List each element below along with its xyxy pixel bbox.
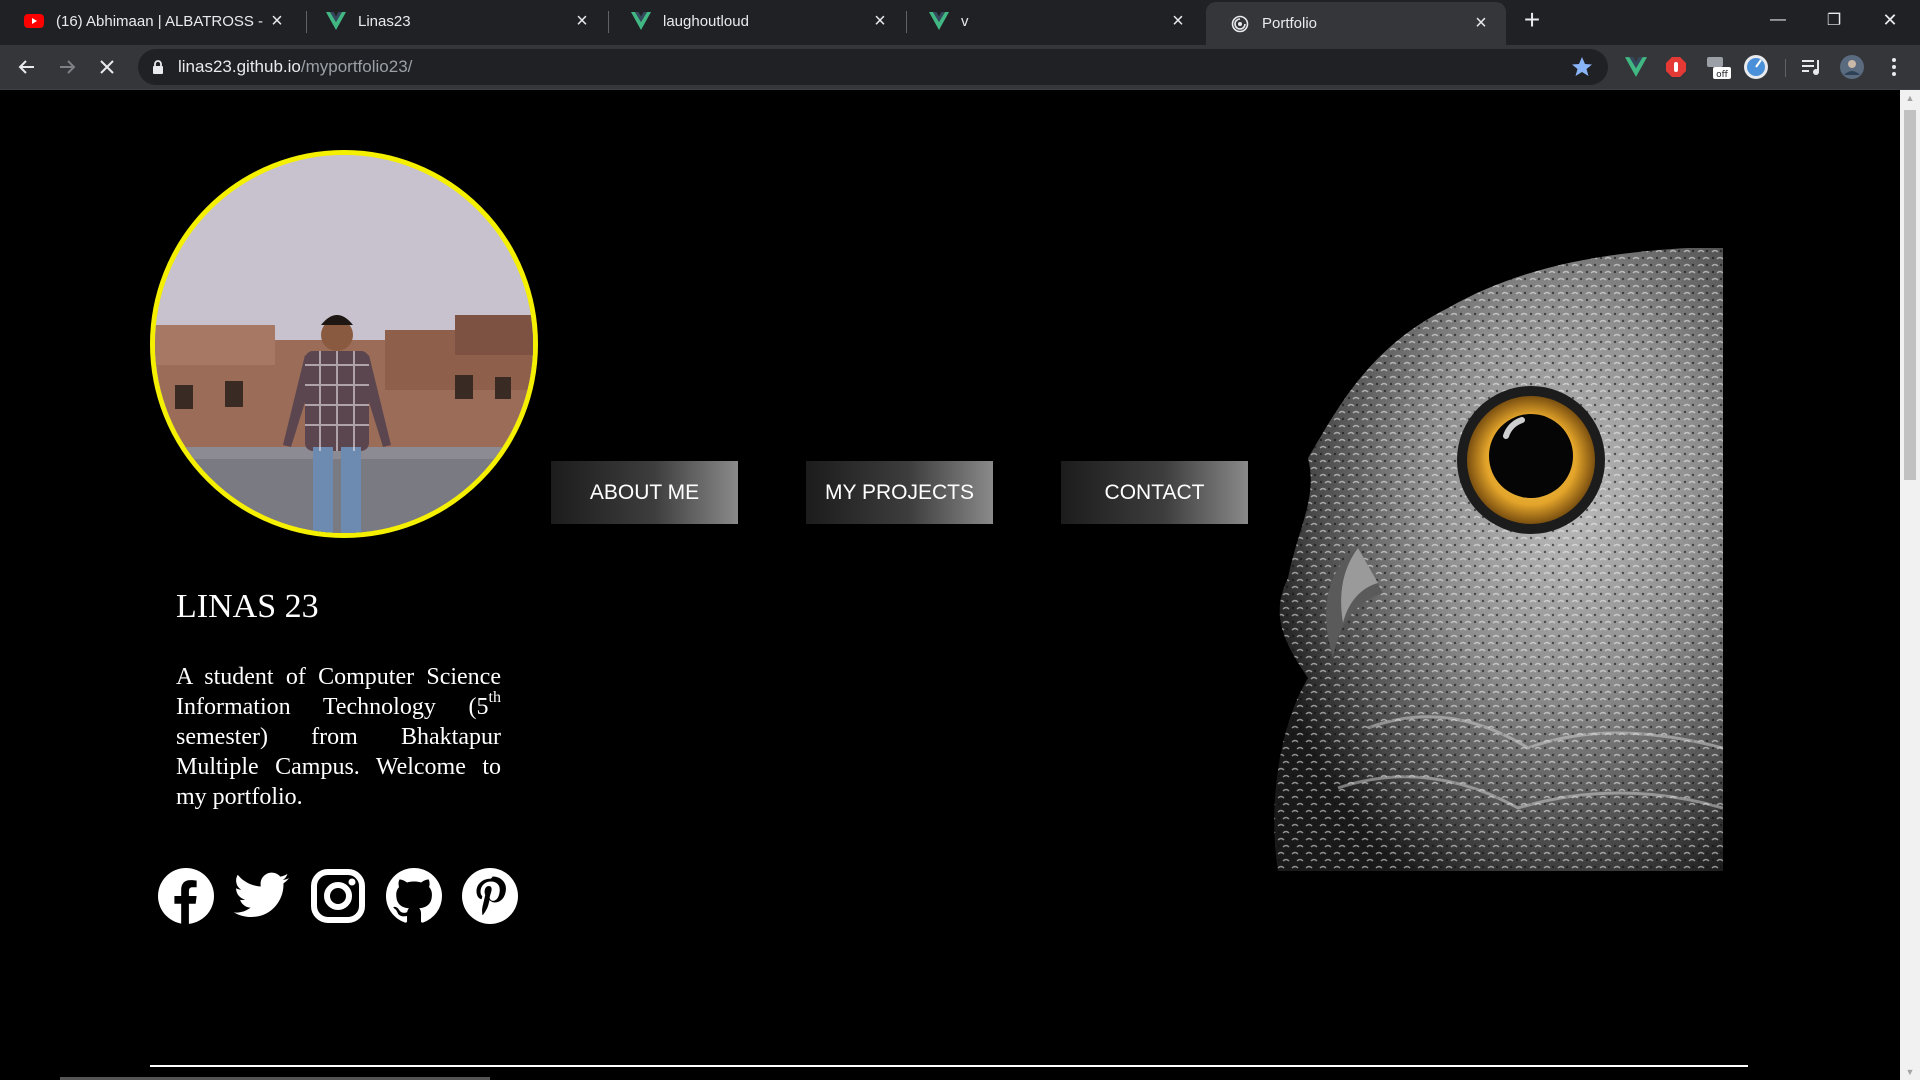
pinterest-icon[interactable] <box>462 868 518 924</box>
tab-title: Portfolio <box>1262 15 1318 32</box>
menu-kebab-icon[interactable] <box>1880 53 1908 81</box>
social-links <box>158 868 518 924</box>
toolbar-separator <box>1785 59 1786 77</box>
lock-icon[interactable] <box>152 60 166 74</box>
tab-title: Linas23 <box>358 12 411 30</box>
back-button[interactable] <box>11 51 43 83</box>
bio-superscript: th <box>488 689 501 706</box>
extension-off-icon[interactable]: off <box>1704 53 1732 81</box>
facebook-icon[interactable] <box>158 868 214 924</box>
off-badge-text: off <box>1716 70 1729 80</box>
bio-text-end: semester) from Bhaktapur Multiple Campus… <box>176 724 501 810</box>
scroll-thumb[interactable] <box>1904 110 1916 480</box>
bookmark-star-icon[interactable] <box>1570 55 1594 79</box>
vertical-scrollbar[interactable]: ▲ ▼ <box>1900 90 1920 1080</box>
minimize-button[interactable]: — <box>1750 0 1806 40</box>
tab-title: v <box>961 12 969 30</box>
profile-photo <box>150 150 538 538</box>
twitter-icon[interactable] <box>234 868 290 924</box>
vue-icon <box>631 11 651 31</box>
stop-x-icon <box>100 60 114 74</box>
browser-toolbar: linas23.github.io/myportfolio23/ off <box>0 45 1920 89</box>
instagram-icon[interactable] <box>310 868 366 924</box>
about-me-button[interactable]: ABOUT ME <box>551 461 738 524</box>
my-projects-button[interactable]: MY PROJECTS <box>806 461 993 524</box>
scroll-down-arrow-icon[interactable]: ▼ <box>1900 1064 1920 1080</box>
github-icon[interactable] <box>386 868 442 924</box>
speed-dial-icon[interactable] <box>1742 53 1770 81</box>
page-globe-icon <box>1230 14 1250 34</box>
vue-icon <box>326 11 346 31</box>
adblock-icon[interactable] <box>1662 53 1690 81</box>
tab-laughoutloud[interactable]: laughoutloud × <box>607 0 905 42</box>
close-tab-icon[interactable]: × <box>266 10 288 32</box>
forward-button[interactable] <box>51 51 83 83</box>
youtube-icon <box>24 11 44 31</box>
tab-portfolio[interactable]: Portfolio × <box>1206 2 1506 45</box>
close-tab-icon[interactable]: × <box>869 10 891 32</box>
contact-button[interactable]: CONTACT <box>1061 461 1248 524</box>
url-path: /myportfolio23/ <box>300 57 413 76</box>
vue-icon <box>929 11 949 31</box>
new-tab-button[interactable]: + <box>1518 4 1546 35</box>
tab-title: (16) Abhimaan | ALBATROSS - YouTube <box>56 12 266 30</box>
close-tab-icon[interactable]: × <box>1470 12 1492 35</box>
tab-title: laughoutloud <box>663 12 749 30</box>
forward-arrow-icon <box>60 60 76 74</box>
close-tab-icon[interactable]: × <box>1167 10 1189 32</box>
media-control-icon[interactable] <box>1798 53 1826 81</box>
stop-loading-button[interactable] <box>91 51 123 83</box>
back-arrow-icon <box>18 60 34 74</box>
tab-youtube[interactable]: (16) Abhimaan | ALBATROSS - YouTube × <box>0 0 302 42</box>
scroll-up-arrow-icon[interactable]: ▲ <box>1900 90 1920 106</box>
url-host: linas23.github.io <box>178 57 301 76</box>
tab-linas23[interactable]: Linas23 × <box>302 0 607 42</box>
portfolio-page: ABOUT ME MY PROJECTS CONTACT LINAS 23 A … <box>0 90 1900 1080</box>
close-tab-icon[interactable]: × <box>571 10 593 32</box>
owl-image <box>1248 248 1723 871</box>
restore-button[interactable]: ❐ <box>1806 0 1862 40</box>
profile-avatar-icon[interactable] <box>1838 53 1866 81</box>
page-title: LINAS 23 <box>176 588 319 625</box>
bio-text-start: A student of Computer Science Informatio… <box>176 664 501 720</box>
tab-v[interactable]: v × <box>905 0 1203 42</box>
vue-devtools-icon[interactable] <box>1622 53 1650 81</box>
close-window-button[interactable]: ✕ <box>1862 0 1918 40</box>
footer-divider <box>150 1065 1748 1067</box>
tab-strip: (16) Abhimaan | ALBATROSS - YouTube × Li… <box>0 0 1920 45</box>
bio-text: A student of Computer Science Informatio… <box>176 662 501 812</box>
address-bar[interactable]: linas23.github.io/myportfolio23/ <box>138 49 1608 85</box>
